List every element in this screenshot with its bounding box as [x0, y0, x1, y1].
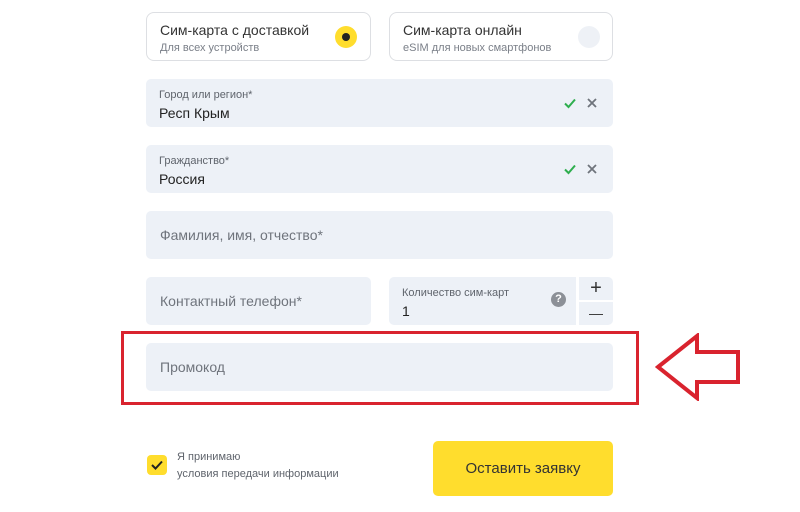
clear-icon[interactable] [585, 96, 599, 110]
citizenship-label: Гражданство* [159, 155, 230, 167]
phone-placeholder: Контактный телефон* [160, 293, 302, 309]
region-field[interactable]: Город или регион* Респ Крым [146, 79, 613, 127]
consent-text: Я принимаю [177, 451, 241, 463]
full-name-field[interactable]: Фамилия, имя, отчество* [146, 211, 613, 259]
highlight-box [121, 331, 639, 405]
citizenship-value: Россия [159, 171, 205, 187]
sim-count-field[interactable]: Количество сим-карт 1 ? [389, 277, 576, 325]
clear-icon[interactable] [585, 162, 599, 176]
sim-option-esim[interactable]: Сим-карта онлайн eSIM для новых смартфон… [389, 12, 613, 61]
full-name-placeholder: Фамилия, имя, отчество* [160, 227, 323, 243]
region-label: Город или регион* [159, 89, 253, 101]
increment-button[interactable]: + [579, 277, 613, 300]
help-icon[interactable]: ? [551, 292, 566, 307]
submit-button[interactable]: Оставить заявку [433, 441, 613, 496]
sim-option-esim-subtitle: eSIM для новых смартфонов [403, 42, 552, 54]
consent-link[interactable]: условия передачи информации [177, 468, 339, 480]
check-icon [564, 164, 576, 175]
sim-option-delivery[interactable]: Сим-карта с доставкой Для всех устройств [146, 12, 371, 61]
sim-count-value: 1 [402, 303, 410, 319]
consent-checkbox[interactable] [147, 455, 167, 475]
citizenship-field[interactable]: Гражданство* Россия [146, 145, 613, 193]
region-value: Респ Крым [159, 105, 230, 121]
radio-unselected-icon[interactable] [578, 26, 600, 48]
radio-selected-icon[interactable] [335, 26, 357, 48]
decrement-button[interactable]: — [579, 302, 613, 325]
left-arrow-icon [655, 333, 740, 401]
sim-option-delivery-title: Сим-карта с доставкой [160, 22, 310, 38]
sim-option-delivery-subtitle: Для всех устройств [160, 42, 260, 54]
check-icon [564, 98, 576, 109]
phone-field[interactable]: Контактный телефон* [146, 277, 371, 325]
sim-count-label: Количество сим-карт [402, 287, 510, 299]
sim-option-esim-title: Сим-карта онлайн [403, 22, 522, 38]
checkmark-icon [151, 460, 163, 470]
